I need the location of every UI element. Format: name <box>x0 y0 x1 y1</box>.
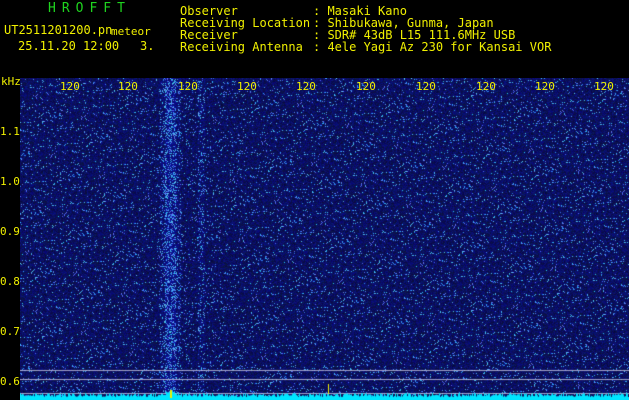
x-tick-label: 120 <box>118 80 138 93</box>
file-datetime: 25.11.20 12:00 <box>18 39 120 53</box>
x-tick-label: 120 <box>476 80 496 93</box>
x-tick-label: 120 <box>535 80 555 93</box>
info-value-antenna: : 4ele Yagi Az 230 for Kansai VOR <box>313 40 552 54</box>
file-count: 3. <box>140 39 155 53</box>
x-tick-label: 120 <box>178 80 198 93</box>
axis-unit-label: kHz <box>1 75 21 88</box>
y-tick-label: 0.9 <box>0 225 20 238</box>
spectrogram-canvas <box>20 78 629 400</box>
file-type-label: meteor <box>111 25 151 38</box>
y-tick-label: 0.8 <box>0 275 20 288</box>
x-tick-label: 120 <box>60 80 80 93</box>
x-tick-label: 120 <box>356 80 376 93</box>
y-tick-label: 1.1 <box>0 125 20 138</box>
waterfall-spectrogram <box>20 78 629 400</box>
x-tick-label: 120 <box>416 80 436 93</box>
x-tick-label: 120 <box>296 80 316 93</box>
info-label-antenna: Receiving Antenna <box>180 40 303 54</box>
app-title: HROFFT <box>48 1 131 16</box>
file-name: UT2511201200.pn <box>4 23 113 37</box>
y-tick-label: 0.7 <box>0 325 20 338</box>
y-tick-label: 1.0 <box>0 175 20 188</box>
x-tick-label: 120 <box>237 80 257 93</box>
x-tick-label: 120 <box>594 80 614 93</box>
y-tick-label: 0.6 <box>0 375 20 388</box>
header-panel: HROFFT UT2511201200.pn meteor 25.11.20 1… <box>0 0 629 87</box>
